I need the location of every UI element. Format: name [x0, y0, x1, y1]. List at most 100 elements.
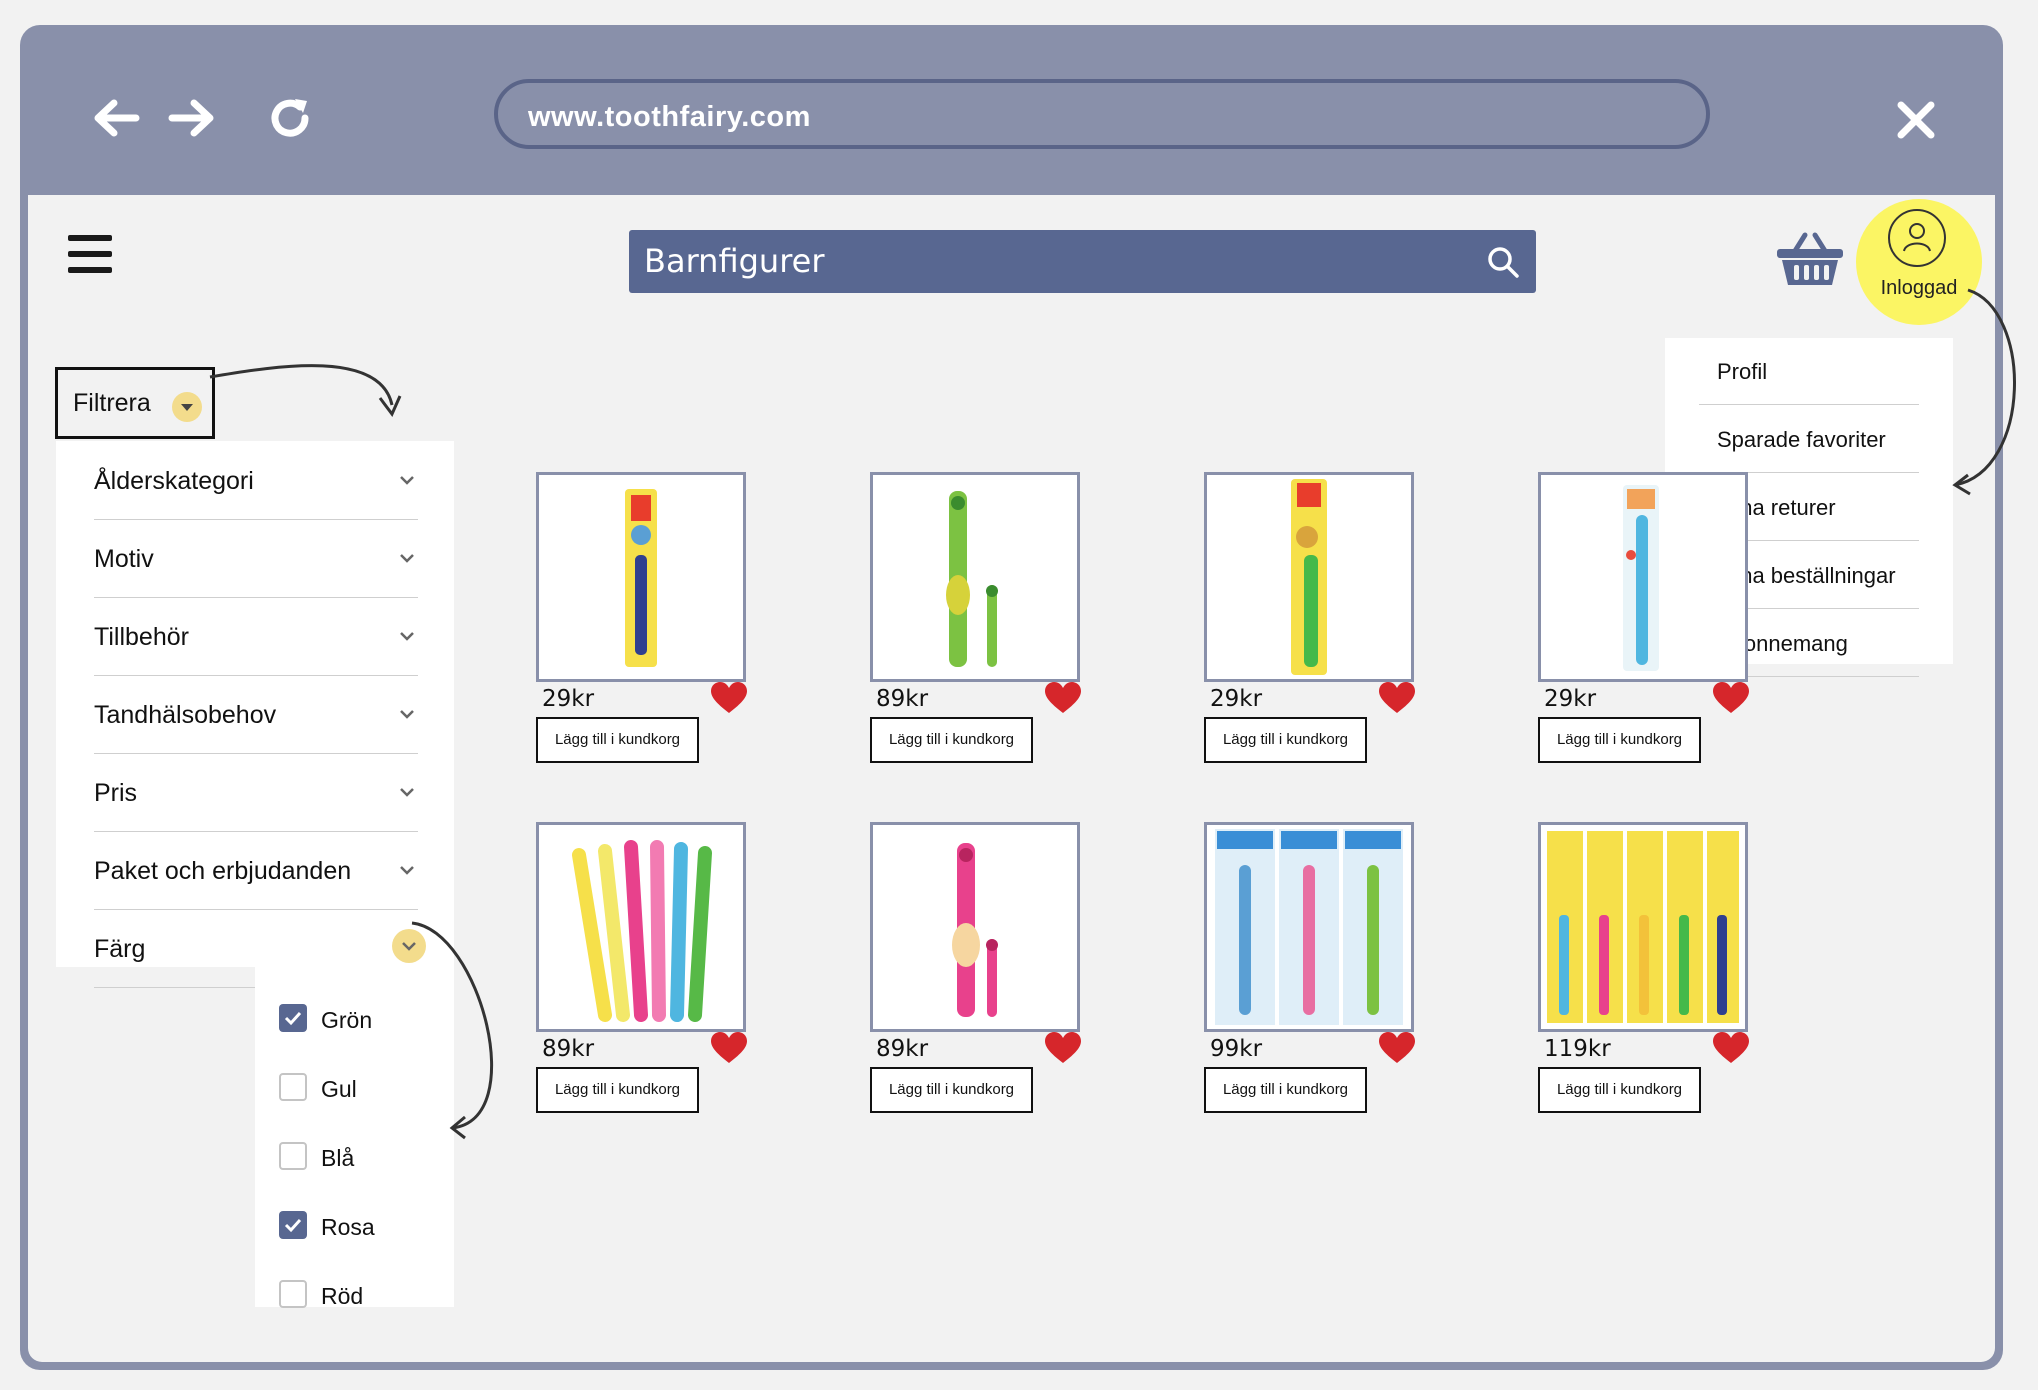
product-card: 119kr Lägg till i kundkorg — [1538, 822, 1750, 1152]
product-image[interactable] — [870, 822, 1080, 1032]
color-option-label: Grön — [321, 1007, 373, 1033]
product-card: 29kr Lägg till i kundkorg — [1538, 472, 1750, 802]
product-price: 119kr — [1544, 1036, 1611, 1062]
forward-button[interactable] — [158, 87, 226, 149]
product-image[interactable] — [536, 822, 746, 1032]
product-price: 29kr — [1210, 686, 1263, 712]
filter-category-label: Paket och erbjudanden — [94, 857, 352, 885]
filter-category-motiv[interactable]: Motiv — [94, 519, 418, 598]
filter-category-label: Färg — [94, 935, 146, 963]
filter-category-paket[interactable]: Paket och erbjudanden — [94, 831, 418, 910]
reload-button[interactable] — [256, 87, 324, 149]
product-image[interactable] — [536, 472, 746, 682]
color-filter-options: Grön Gul Blå Rosa Röd — [255, 963, 454, 1309]
heart-icon[interactable] — [1044, 681, 1082, 715]
chevron-down-icon — [392, 929, 426, 963]
add-to-cart-button[interactable]: Lägg till i kundkorg — [870, 1067, 1033, 1113]
chevron-down-icon — [400, 476, 414, 485]
chevron-down-icon — [400, 554, 414, 563]
add-to-cart-button[interactable]: Lägg till i kundkorg — [870, 717, 1033, 763]
user-icon — [1888, 209, 1946, 267]
product-card: 29kr Lägg till i kundkorg — [536, 472, 748, 802]
page-content: Inloggad Profil Sparade favoriter Mina r… — [28, 195, 1995, 1362]
color-option-gul[interactable]: Gul — [279, 1068, 439, 1108]
filter-category-pris[interactable]: Pris — [94, 753, 418, 832]
heart-icon[interactable] — [1378, 681, 1416, 715]
filter-category-label: Tillbehör — [94, 623, 189, 651]
color-option-label: Gul — [321, 1076, 357, 1102]
add-to-cart-button[interactable]: Lägg till i kundkorg — [536, 1067, 699, 1113]
add-to-cart-button[interactable]: Lägg till i kundkorg — [1204, 1067, 1367, 1113]
product-image[interactable] — [1204, 472, 1414, 682]
menu-item-profil[interactable]: Profil — [1699, 338, 1919, 405]
checkbox-checked[interactable] — [279, 1211, 307, 1239]
color-option-label: Blå — [321, 1145, 355, 1171]
filter-category-label: Motiv — [94, 545, 154, 573]
forward-arrow-icon — [168, 99, 214, 137]
hamburger-menu-icon[interactable] — [68, 235, 112, 275]
add-to-cart-button[interactable]: Lägg till i kundkorg — [1204, 717, 1367, 763]
login-label: Inloggad — [1880, 277, 1958, 299]
url-text: www.toothfairy.com — [528, 101, 811, 133]
heart-icon[interactable] — [1712, 1031, 1750, 1065]
product-price: 89kr — [876, 686, 929, 712]
filter-panel: Ålderskategori Motiv Tillbehör Tandhälso… — [56, 441, 454, 988]
product-card: 29kr Lägg till i kundkorg — [1204, 472, 1416, 802]
checkbox-unchecked[interactable] — [279, 1073, 307, 1101]
caret-down-icon — [172, 392, 202, 422]
color-option-label: Röd — [321, 1283, 364, 1309]
product-card: 89kr Lägg till i kundkorg — [870, 472, 1082, 802]
login-status-button[interactable]: Inloggad — [1856, 199, 1982, 325]
heart-icon[interactable] — [1044, 1031, 1082, 1065]
product-image[interactable] — [1538, 472, 1748, 682]
checkbox-unchecked[interactable] — [279, 1280, 307, 1308]
menu-item-sparade-favoriter[interactable]: Sparade favoriter — [1699, 406, 1919, 473]
product-card: 89kr Lägg till i kundkorg — [870, 822, 1082, 1152]
color-option-label: Rosa — [321, 1214, 375, 1240]
color-option-rod[interactable]: Röd — [279, 1275, 439, 1315]
address-bar[interactable]: www.toothfairy.com — [494, 79, 1710, 149]
filter-category-label: Ålderskategori — [94, 467, 254, 495]
product-price: 89kr — [876, 1036, 929, 1062]
add-to-cart-button[interactable]: Lägg till i kundkorg — [536, 717, 699, 763]
checkbox-unchecked[interactable] — [279, 1142, 307, 1170]
reload-icon — [271, 99, 309, 137]
heart-icon[interactable] — [710, 681, 748, 715]
search-bar — [629, 230, 1536, 293]
checkbox-checked[interactable] — [279, 1004, 307, 1032]
product-card: 99kr Lägg till i kundkorg — [1204, 822, 1416, 1152]
heart-icon[interactable] — [1712, 681, 1750, 715]
product-image[interactable] — [1538, 822, 1748, 1032]
color-option-gron[interactable]: Grön — [279, 999, 439, 1039]
heart-icon[interactable] — [710, 1031, 748, 1065]
add-to-cart-button[interactable]: Lägg till i kundkorg — [1538, 1067, 1701, 1113]
close-icon — [1897, 101, 1935, 139]
add-to-cart-button[interactable]: Lägg till i kundkorg — [1538, 717, 1701, 763]
search-icon[interactable] — [1486, 245, 1520, 279]
chevron-down-icon — [400, 788, 414, 797]
search-input[interactable] — [644, 230, 1464, 293]
chevron-down-icon — [400, 710, 414, 719]
back-arrow-icon — [94, 99, 140, 137]
close-button[interactable] — [1883, 87, 1949, 153]
product-image[interactable] — [1204, 822, 1414, 1032]
color-option-bla[interactable]: Blå — [279, 1137, 439, 1177]
chevron-down-icon — [400, 632, 414, 641]
product-card: 89kr Lägg till i kundkorg — [536, 822, 748, 1152]
back-button[interactable] — [82, 87, 150, 149]
chevron-down-icon — [400, 866, 414, 875]
browser-window: www.toothfairy.com Barnfigurer Inloggad … — [20, 25, 2003, 1370]
filter-button[interactable]: Filtrera — [55, 367, 215, 439]
filter-category-tillbehor[interactable]: Tillbehör — [94, 597, 418, 676]
heart-icon[interactable] — [1378, 1031, 1416, 1065]
filter-category-alderskategori[interactable]: Ålderskategori — [94, 441, 418, 520]
color-option-rosa[interactable]: Rosa — [279, 1206, 439, 1246]
browser-toolbar: www.toothfairy.com — [20, 25, 2003, 195]
filter-category-label: Pris — [94, 779, 138, 807]
product-image[interactable] — [870, 472, 1080, 682]
filter-category-tandhalsobehov[interactable]: Tandhälsobehov — [94, 675, 418, 754]
product-price: 89kr — [542, 1036, 595, 1062]
product-price: 99kr — [1210, 1036, 1263, 1062]
basket-icon[interactable] — [1775, 229, 1845, 289]
product-price: 29kr — [542, 686, 595, 712]
